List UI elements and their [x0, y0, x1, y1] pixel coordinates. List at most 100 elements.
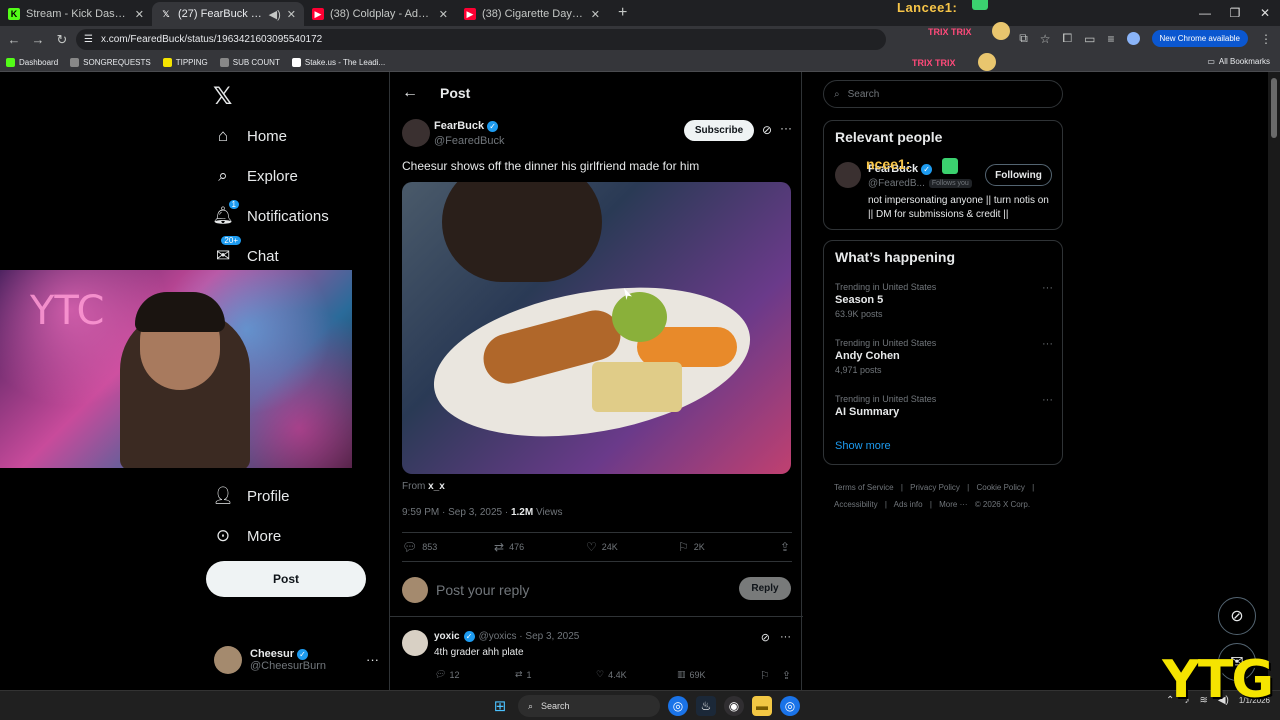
media-icon[interactable]: ≡: [1108, 32, 1115, 46]
nav-chat[interactable]: ✉ 20+ Chat: [213, 236, 279, 266]
comment-author-name[interactable]: yoxic: [434, 631, 460, 642]
reply-action[interactable]: 💬︎ 853: [402, 540, 494, 554]
author-handle[interactable]: @FearedBuck: [434, 135, 504, 147]
close-icon[interactable]: ✕: [591, 8, 600, 21]
footer-link[interactable]: Privacy Policy: [910, 483, 960, 492]
steam-icon[interactable]: ♨: [696, 696, 716, 716]
nav-profile[interactable]: 👤︎ Profile: [212, 486, 289, 506]
update-chrome-button[interactable]: New Chrome available: [1151, 30, 1248, 47]
close-icon[interactable]: ✕: [439, 8, 448, 21]
show-more-link[interactable]: Show more: [835, 440, 891, 452]
scrollbar[interactable]: [1268, 72, 1280, 690]
footer-link[interactable]: Cookie Policy: [976, 483, 1024, 492]
bookmark-action[interactable]: ⚐ 2K: [678, 540, 770, 554]
subscribe-button[interactable]: Subscribe: [684, 120, 754, 141]
following-button[interactable]: Following: [985, 164, 1052, 186]
search-input[interactable]: ⌕ Search: [823, 80, 1063, 108]
reply-button[interactable]: Reply: [739, 577, 791, 600]
trend-item[interactable]: Trending in United States AI Summary ···: [835, 394, 1053, 418]
more-icon[interactable]: ···: [780, 121, 792, 135]
site-info-icon[interactable]: ☰: [84, 34, 93, 45]
comment-like[interactable]: ♡ 4.4K: [596, 669, 677, 680]
footer-link[interactable]: More ···: [939, 500, 967, 509]
folder-icon[interactable]: ▬: [752, 696, 772, 716]
share-icon[interactable]: ⇪: [782, 669, 791, 682]
comment-views[interactable]: ▥ 69K: [677, 669, 758, 680]
tab-youtube-coldplay[interactable]: ▶ (38) Coldplay - Adventure Of A ✕: [304, 2, 456, 26]
chrome-icon[interactable]: ◎: [668, 696, 688, 716]
more-icon[interactable]: ···: [780, 631, 791, 644]
post-time[interactable]: 9:59 PM · Sep 3, 2025 ·: [402, 507, 511, 518]
scrollbar-thumb[interactable]: [1271, 78, 1277, 138]
maximize-icon[interactable]: ❐: [1220, 6, 1250, 20]
like-action[interactable]: ♡ 24K: [586, 540, 678, 554]
author-name[interactable]: FearBuck: [434, 120, 484, 132]
person-handle: @FearedB...: [868, 178, 925, 189]
address-bar[interactable]: ☰ x.com/FearedBuck/status/19634216030955…: [76, 29, 886, 50]
close-icon[interactable]: ✕: [287, 8, 296, 21]
close-icon[interactable]: ✕: [135, 8, 144, 21]
post-button[interactable]: Post: [206, 561, 366, 597]
speaker-icon[interactable]: ◀): [269, 8, 281, 21]
menu-icon[interactable]: ⋮: [1260, 32, 1272, 46]
nav-home[interactable]: ⌂ Home: [213, 126, 287, 146]
repost-action[interactable]: ⇄ 476: [494, 540, 586, 554]
grok-icon[interactable]: ⊘: [762, 123, 772, 137]
nav-more[interactable]: ⊙ More: [213, 526, 281, 546]
back-icon[interactable]: ←: [2, 32, 26, 47]
footer-link[interactable]: Ads info: [894, 500, 923, 509]
trend-item[interactable]: Trending in United States Season 5 63.9K…: [835, 282, 1053, 319]
more-icon[interactable]: ···: [1042, 394, 1053, 406]
comment-reply[interactable]: 💬︎ 12: [434, 669, 515, 680]
new-tab-button[interactable]: +: [608, 4, 637, 26]
footer-link[interactable]: Terms of Service: [834, 483, 894, 492]
minimize-icon[interactable]: —: [1190, 6, 1220, 20]
windows-start-icon[interactable]: ⊞: [490, 696, 510, 716]
sidepanel-icon[interactable]: ▭: [1084, 32, 1095, 46]
card-title: Relevant people: [835, 129, 943, 145]
grok-icon[interactable]: ⊘: [761, 631, 770, 644]
from-user[interactable]: x_x: [428, 481, 445, 492]
nav-explore[interactable]: ⌕ Explore: [213, 166, 298, 186]
close-window-icon[interactable]: ✕: [1250, 6, 1280, 20]
tab-kick-dashboard[interactable]: K Stream - Kick Dashboard ✕: [0, 2, 152, 26]
forward-icon[interactable]: →: [26, 32, 50, 47]
comment-view-count: 69K: [689, 669, 706, 680]
tab-x-post[interactable]: 𝕏 (27) FearBuck on X: "Chees ◀) ✕: [152, 2, 304, 26]
footer-link[interactable]: Accessibility: [834, 500, 878, 509]
account-switcher[interactable]: Cheesur ✓ @CheesurBurn ···: [214, 644, 379, 676]
extensions-icon[interactable]: ⧠: [1063, 31, 1073, 46]
all-bookmarks[interactable]: ▭ All Bookmarks: [1207, 57, 1270, 66]
bookmark-songrequests[interactable]: SONGREQUESTS: [70, 57, 151, 67]
comment[interactable]: yoxic ✓ @yoxics · Sep 3, 2025 ⊘ ··· 4th …: [390, 625, 803, 690]
taskbar-search[interactable]: ⌕ Search: [518, 695, 660, 717]
tab-youtube-cigarette[interactable]: ▶ (38) Cigarette Daydreams - You ✕: [456, 2, 608, 26]
avatar[interactable]: [402, 630, 428, 656]
more-icon[interactable]: ···: [1042, 282, 1053, 294]
obs-icon[interactable]: ◉: [724, 696, 744, 716]
trend-item[interactable]: Trending in United States Andy Cohen 4,9…: [835, 338, 1053, 375]
bookmark-icon[interactable]: ⚐: [760, 669, 770, 682]
post-video[interactable]: [402, 182, 791, 474]
share-icon[interactable]: ⇪: [780, 540, 790, 554]
grok-fab-button[interactable]: ⊘: [1218, 597, 1256, 635]
nav-notifications[interactable]: 🔔︎ 1 Notifications: [212, 200, 329, 226]
profile-avatar[interactable]: [1126, 32, 1140, 45]
bookmark-dashboard[interactable]: Dashboard: [6, 57, 58, 67]
reply-input[interactable]: Post your reply: [436, 582, 529, 598]
back-arrow-icon[interactable]: ←: [402, 84, 418, 102]
avatar[interactable]: [835, 162, 861, 188]
comment-repost[interactable]: ⇄ 1: [515, 669, 596, 680]
avatar[interactable]: [402, 119, 430, 147]
x-logo-icon[interactable]: 𝕏: [213, 82, 232, 111]
bookmark-subcount[interactable]: SUB COUNT: [219, 57, 280, 67]
bookmark-tipping[interactable]: TIPPING: [162, 57, 208, 67]
install-icon[interactable]: ⧉: [1019, 31, 1028, 46]
star-icon[interactable]: ☆: [1040, 32, 1051, 46]
reload-icon[interactable]: ↻: [50, 32, 74, 48]
chrome-icon[interactable]: ◎: [780, 696, 800, 716]
bookmark-stake[interactable]: Stake.us - The Leadi...: [291, 57, 385, 67]
more-icon[interactable]: ···: [1042, 338, 1053, 350]
mail-icon: ✉ 20+: [213, 236, 241, 266]
trend-title: Season 5: [835, 294, 884, 306]
